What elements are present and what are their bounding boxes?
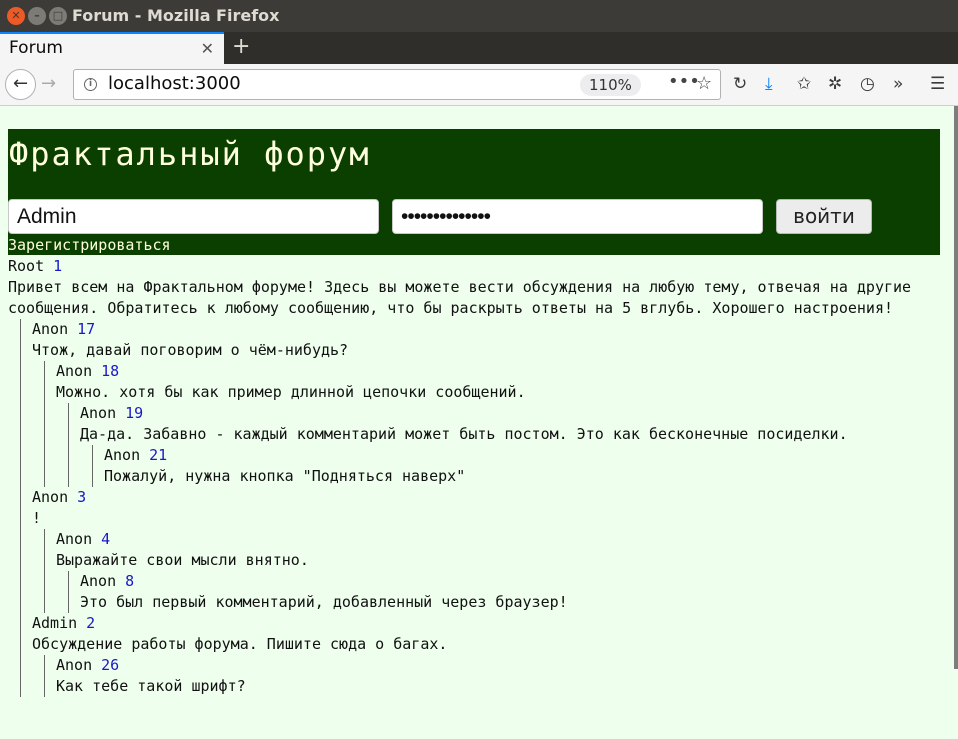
message-root[interactable]: Root 1 Привет всем на Фрактальном форуме!… bbox=[8, 256, 940, 319]
message-text: Чтож, давай поговорим о чём-нибудь? bbox=[32, 341, 349, 359]
message-text: Это был первый комментарий, добавленный … bbox=[80, 593, 568, 611]
window-close-button[interactable]: ✕ bbox=[7, 7, 25, 25]
reply-branch: Anon 19 Да-да. Забавно - каждый комментар… bbox=[68, 403, 940, 487]
message-item[interactable]: Anon 8 Это был первый комментарий, добавл… bbox=[80, 571, 940, 613]
message-author: Anon bbox=[56, 362, 93, 380]
message-number[interactable]: 2 bbox=[86, 614, 95, 632]
reload-icon[interactable]: ↻ bbox=[733, 74, 747, 94]
message-number[interactable]: 4 bbox=[101, 530, 110, 548]
hamburger-menu-icon[interactable]: ☰ bbox=[930, 74, 945, 94]
window-titlebar: ✕ – □ Forum - Mozilla Firefox bbox=[0, 0, 958, 32]
message-author: Anon bbox=[80, 404, 117, 422]
forward-button[interactable]: → bbox=[41, 73, 56, 94]
message-text: Как тебе такой шрифт? bbox=[56, 677, 246, 695]
message-item[interactable]: Admin 2 Обсуждение работы форума. Пишите … bbox=[32, 613, 940, 655]
username-input[interactable]: Admin bbox=[8, 199, 379, 234]
tab-close-icon[interactable]: ✕ bbox=[201, 39, 214, 58]
message-number[interactable]: 19 bbox=[125, 404, 143, 422]
extension-gear-icon[interactable]: ✲ bbox=[828, 74, 842, 94]
message-item[interactable]: Anon 19 Да-да. Забавно - каждый комментар… bbox=[80, 403, 940, 445]
new-tab-icon[interactable]: + bbox=[232, 34, 250, 59]
library-icon[interactable]: ✩ bbox=[797, 74, 811, 94]
message-number[interactable]: 1 bbox=[53, 257, 62, 275]
message-thread: Root 1 Привет всем на Фрактальном форуме!… bbox=[8, 256, 940, 697]
message-number[interactable]: 8 bbox=[125, 572, 134, 590]
site-header: Фрактальный форум Admin •••••••••••••• в… bbox=[8, 129, 940, 255]
message-author: Anon bbox=[32, 488, 69, 506]
bookmark-star-icon[interactable]: ☆ bbox=[696, 73, 712, 94]
info-icon[interactable]: i bbox=[84, 78, 97, 91]
message-text: Выражайте свои мысли внятно. bbox=[56, 551, 309, 569]
window-maximize-button[interactable]: □ bbox=[49, 7, 67, 25]
window-title: Forum - Mozilla Firefox bbox=[72, 6, 280, 25]
message-author: Admin bbox=[32, 614, 78, 632]
reply-branch: Anon 4 Выражайте свои мысли внятно. Anon 8… bbox=[44, 529, 940, 613]
site-title: Фрактальный форум bbox=[9, 135, 371, 173]
message-text: Да-да. Забавно - каждый комментарий може… bbox=[80, 425, 848, 443]
zoom-level-badge[interactable]: 110% bbox=[580, 74, 641, 96]
back-button[interactable]: ← bbox=[5, 69, 36, 100]
message-number[interactable]: 17 bbox=[77, 320, 95, 338]
url-bar[interactable]: i localhost:3000 110% ••• ☆ bbox=[73, 69, 721, 100]
tab-forum[interactable]: Forum ✕ bbox=[0, 32, 224, 64]
message-item[interactable]: Anon 4 Выражайте свои мысли внятно. bbox=[56, 529, 940, 571]
reply-branch: Anon 17 Чтож, давай поговорим о чём-нибуд… bbox=[20, 319, 940, 697]
message-text: ! bbox=[32, 509, 42, 527]
login-button[interactable]: войти bbox=[776, 199, 872, 234]
message-author: Root bbox=[8, 257, 45, 275]
message-text: Можно. хотя бы как пример длинной цепочк… bbox=[56, 383, 526, 401]
message-item[interactable]: Anon 21 Пожалуй, нужна кнопка "Подняться … bbox=[104, 445, 940, 487]
history-clock-icon[interactable]: ◷ bbox=[860, 74, 875, 94]
navigation-bar: ← → i localhost:3000 110% ••• ☆ ↻ ⤓ ✩ ✲ … bbox=[0, 64, 958, 106]
tab-strip: Forum ✕ + bbox=[0, 32, 958, 64]
message-item[interactable]: Anon 3 ! bbox=[32, 487, 940, 529]
register-link[interactable]: Зарегистрироваться bbox=[8, 236, 171, 254]
password-input[interactable]: •••••••••••••• bbox=[392, 199, 763, 234]
reply-branch: Anon 26 Как тебе такой шрифт? bbox=[44, 655, 940, 697]
message-author: Anon bbox=[56, 656, 93, 674]
message-author: Anon bbox=[56, 530, 93, 548]
message-number[interactable]: 18 bbox=[101, 362, 119, 380]
url-text[interactable]: localhost:3000 bbox=[108, 73, 241, 94]
reply-branch: Anon 8 Это был первый комментарий, добавл… bbox=[68, 571, 940, 613]
window-minimize-button[interactable]: – bbox=[28, 7, 46, 25]
message-author: Anon bbox=[104, 446, 141, 464]
tab-label: Forum bbox=[9, 38, 63, 58]
message-text: Привет всем на Фрактальном форуме! Здесь… bbox=[8, 278, 921, 317]
message-author: Anon bbox=[80, 572, 117, 590]
message-item[interactable]: Anon 18 Можно. хотя бы как пример длинной… bbox=[56, 361, 940, 403]
message-text: Обсуждение работы форума. Пишите сюда о … bbox=[32, 635, 448, 653]
page-scrollbar[interactable] bbox=[954, 106, 958, 669]
message-author: Anon bbox=[32, 320, 69, 338]
reply-branch: Anon 21 Пожалуй, нужна кнопка "Подняться … bbox=[92, 445, 940, 487]
reply-branch: Anon 18 Можно. хотя бы как пример длинной… bbox=[44, 361, 940, 487]
message-item[interactable]: Anon 17 Чтож, давай поговорим о чём-нибуд… bbox=[32, 319, 940, 361]
message-number[interactable]: 3 bbox=[77, 488, 86, 506]
page-content: Фрактальный форум Admin •••••••••••••• в… bbox=[0, 106, 958, 739]
downloads-icon[interactable]: ⤓ bbox=[765, 74, 773, 94]
message-item[interactable]: Anon 26 Как тебе такой шрифт? bbox=[56, 655, 940, 697]
message-text: Пожалуй, нужна кнопка "Подняться наверх" bbox=[104, 467, 466, 485]
overflow-chevron-icon[interactable]: » bbox=[893, 74, 903, 94]
message-number[interactable]: 21 bbox=[149, 446, 167, 464]
message-number[interactable]: 26 bbox=[101, 656, 119, 674]
